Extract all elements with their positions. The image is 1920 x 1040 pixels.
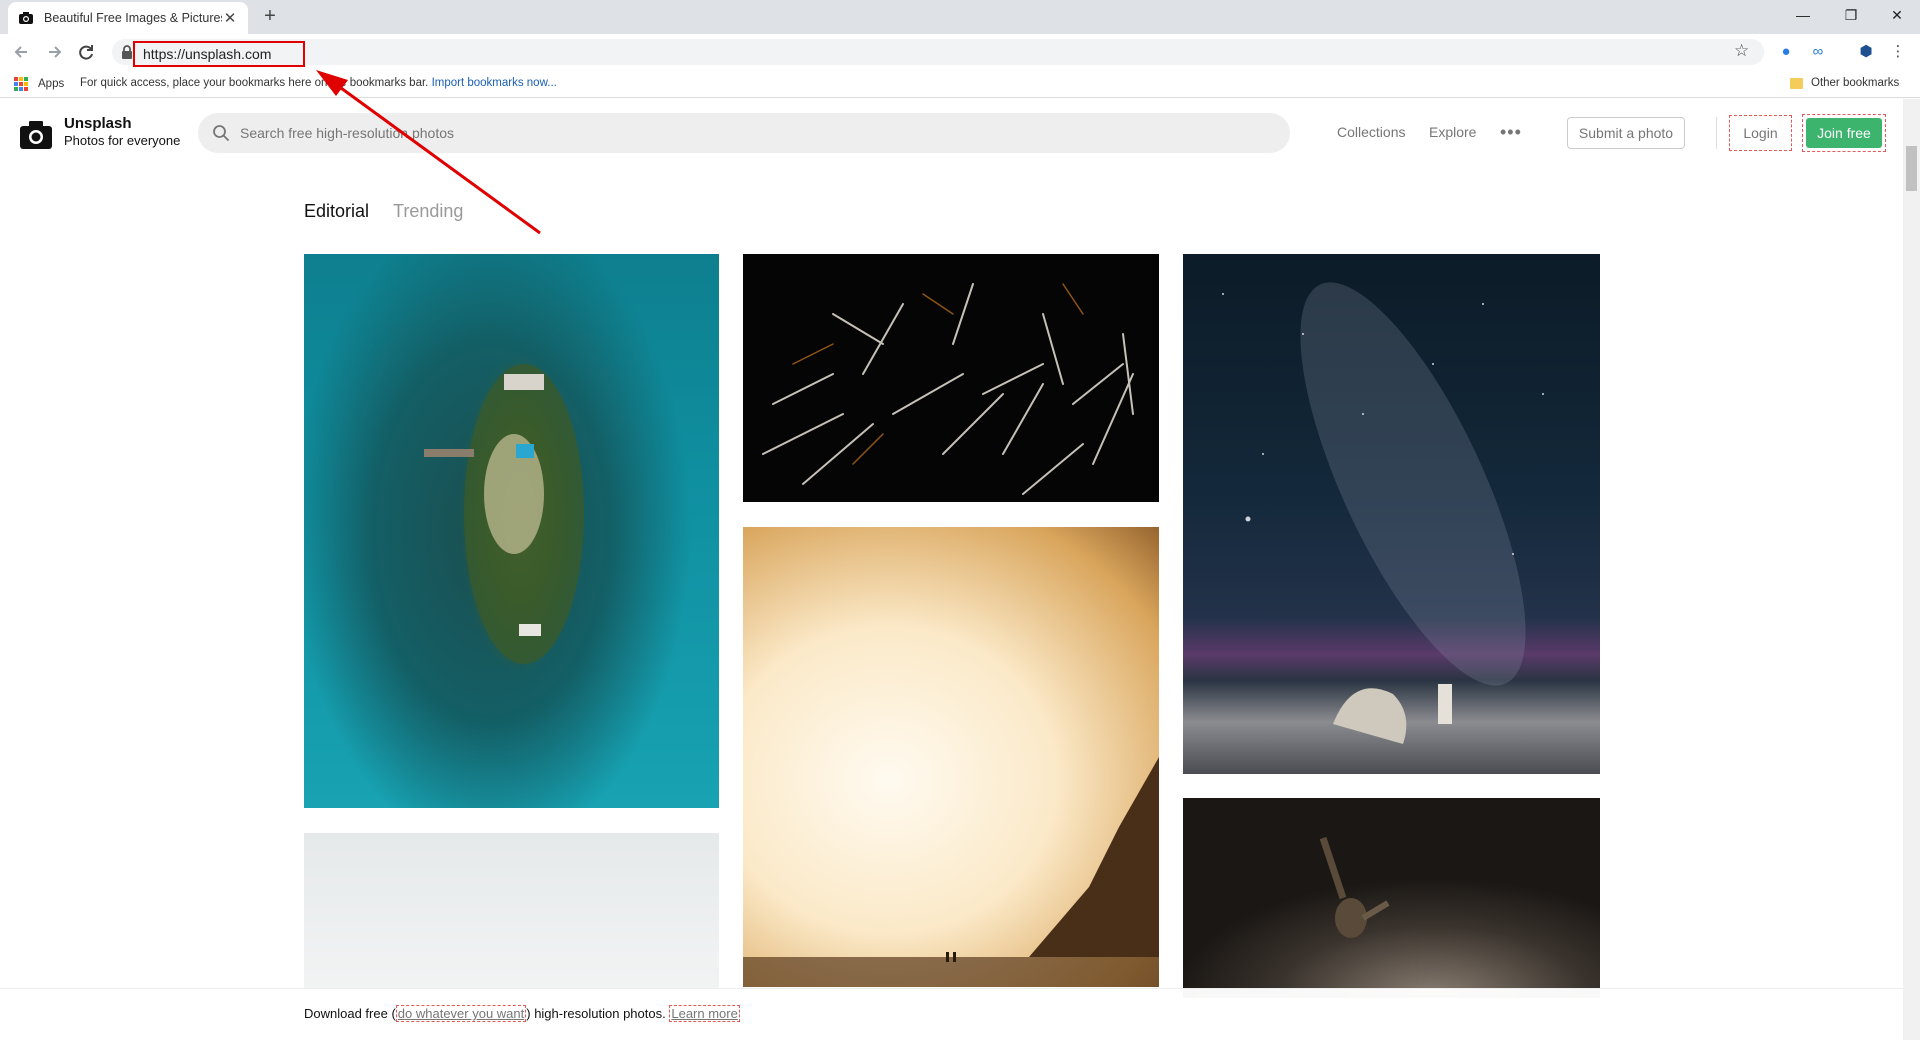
- header-divider: [1716, 117, 1717, 149]
- download-banner: [0, 988, 1903, 1040]
- banner-text: Download free (do whatever you want) hig…: [304, 1005, 740, 1022]
- more-options-icon[interactable]: •••: [1500, 123, 1522, 141]
- address-bar[interactable]: [112, 39, 1764, 65]
- brand-tagline: Photos for everyone: [64, 133, 181, 148]
- bookmarks-hint: For quick access, place your bookmarks h…: [80, 77, 557, 89]
- search-input[interactable]: [240, 113, 1270, 153]
- star-icon[interactable]: ☆: [1734, 41, 1749, 61]
- tab-editorial[interactable]: Editorial: [304, 201, 369, 222]
- bookmarks-hint-text: For quick access, place your bookmarks h…: [80, 77, 429, 89]
- extension-icon-3[interactable]: ⬢: [1856, 42, 1876, 62]
- photo-island[interactable]: [304, 254, 719, 808]
- apps-grid-icon: [14, 77, 28, 91]
- reload-icon[interactable]: [72, 38, 100, 66]
- banner-middle: ) high-resolution photos.: [526, 1006, 666, 1021]
- tab-trending[interactable]: Trending: [393, 201, 463, 222]
- browser-tab[interactable]: Beautiful Free Images & Pictures ✕: [8, 2, 248, 34]
- search-icon: [213, 125, 230, 142]
- other-bookmarks[interactable]: Other bookmarks: [1790, 77, 1899, 89]
- brand-name: Unsplash: [64, 115, 132, 132]
- apps-shortcut[interactable]: Apps: [14, 77, 64, 91]
- url-text[interactable]: https://unsplash.com: [133, 41, 305, 67]
- photo-fireworks[interactable]: [743, 254, 1159, 502]
- lock-icon: [122, 45, 132, 59]
- photo-dancer[interactable]: [1183, 798, 1600, 998]
- login-button[interactable]: Login: [1729, 115, 1792, 151]
- bookmarks-bar: Apps For quick access, place your bookma…: [0, 70, 1920, 98]
- submit-photo-button[interactable]: Submit a photo: [1567, 117, 1685, 149]
- camera-icon: [19, 12, 33, 24]
- nav-collections[interactable]: Collections: [1337, 124, 1405, 140]
- extension-icon-1[interactable]: ●: [1776, 42, 1796, 62]
- banner-license-link[interactable]: do whatever you want: [395, 1005, 527, 1022]
- tab-title: Beautiful Free Images & Pictures: [44, 11, 222, 25]
- apps-label: Apps: [38, 78, 65, 90]
- banner-learn-more-link[interactable]: Learn more: [669, 1005, 740, 1022]
- banner-prefix: Download free (: [304, 1006, 396, 1021]
- tab-strip: Beautiful Free Images & Pictures ✕ + — ❐…: [0, 0, 1920, 34]
- menu-icon[interactable]: ⋮: [1888, 42, 1908, 62]
- photo-milky-way[interactable]: [1183, 254, 1600, 774]
- forward-icon[interactable]: [40, 38, 68, 66]
- back-icon[interactable]: [8, 38, 36, 66]
- camera-icon[interactable]: [20, 119, 52, 149]
- photo-fog[interactable]: [304, 833, 719, 993]
- new-tab-button[interactable]: +: [258, 4, 282, 28]
- minimize-button[interactable]: —: [1780, 0, 1826, 30]
- extension-icon-2[interactable]: ∞: [1808, 42, 1828, 62]
- join-free-button[interactable]: Join free: [1806, 118, 1882, 148]
- photo-beach-sunset[interactable]: [743, 527, 1159, 987]
- restore-button[interactable]: ❐: [1828, 0, 1874, 30]
- other-bookmarks-label: Other bookmarks: [1811, 77, 1900, 89]
- scrollbar-track[interactable]: [1903, 99, 1920, 1040]
- import-bookmarks-link[interactable]: Import bookmarks now...: [432, 77, 557, 89]
- close-window-button[interactable]: ✕: [1874, 0, 1920, 30]
- nav-explore[interactable]: Explore: [1429, 124, 1476, 140]
- brand[interactable]: Unsplash Photos for everyone: [64, 115, 180, 148]
- folder-icon: [1790, 77, 1803, 89]
- close-tab-icon[interactable]: ✕: [222, 9, 238, 27]
- scrollbar-thumb[interactable]: [1906, 146, 1917, 191]
